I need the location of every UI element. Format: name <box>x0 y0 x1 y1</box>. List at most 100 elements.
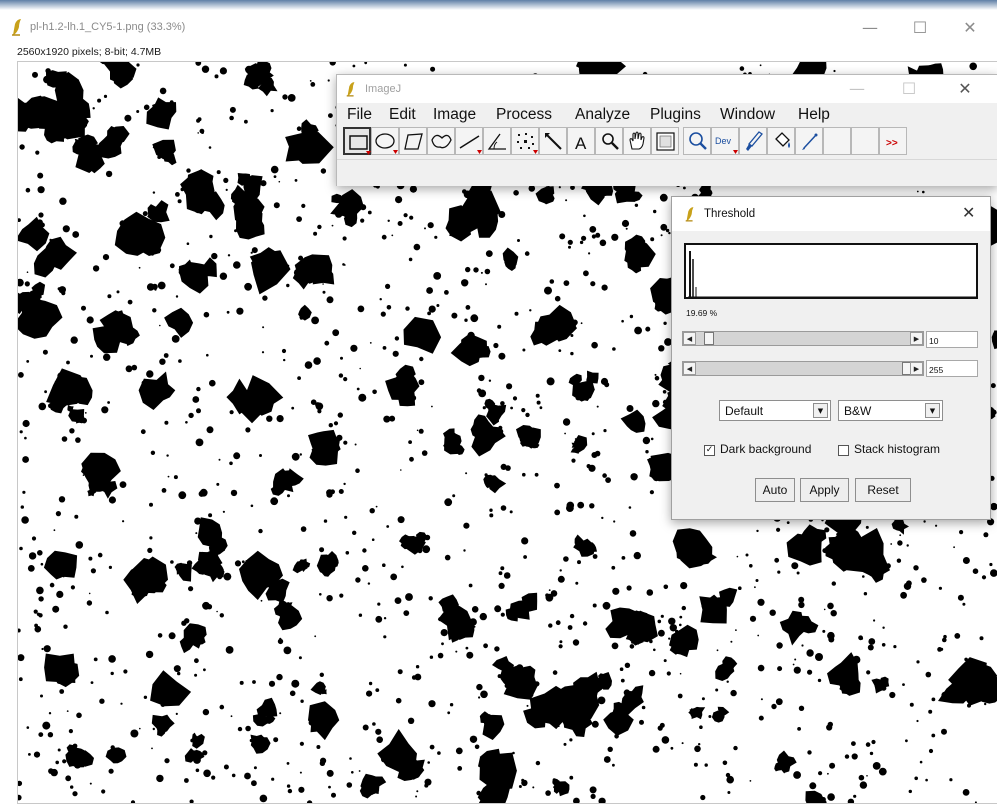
slider-right-arrow-icon[interactable]: ▶ <box>910 332 923 345</box>
menu-edit[interactable]: Edit <box>389 106 416 124</box>
speck <box>512 751 515 755</box>
speck <box>167 475 170 478</box>
color-picker-tool-button[interactable] <box>651 127 679 155</box>
threshold-titlebar[interactable]: Threshold ✕ <box>672 197 990 231</box>
speck <box>419 325 423 329</box>
menu-image[interactable]: Image <box>433 106 476 124</box>
image-window-titlebar[interactable]: pl-h1.2-lh.1_CY5-1.png (33.3%) — ☐ ✕ <box>0 10 997 44</box>
lower-threshold-field[interactable] <box>926 331 978 348</box>
speck <box>638 633 642 637</box>
maximize-button[interactable]: ☐ <box>900 16 940 40</box>
speck <box>646 589 654 596</box>
speck <box>18 677 23 682</box>
minimize-button[interactable]: — <box>850 16 890 40</box>
more-tools-button[interactable]: >> <box>879 127 907 155</box>
wand-tool-button[interactable] <box>539 127 567 155</box>
slider-right-arrow-icon[interactable]: ▶ <box>910 362 923 375</box>
menu-process[interactable]: Process <box>496 106 552 124</box>
chevron-down-icon[interactable]: ▼ <box>925 403 940 418</box>
speck <box>148 579 153 584</box>
speck <box>447 711 451 715</box>
speck <box>259 454 262 457</box>
apply-button[interactable]: Apply <box>800 478 849 502</box>
speck <box>39 222 45 228</box>
magnifier-tool-button[interactable] <box>595 127 623 155</box>
speck <box>218 458 221 461</box>
speck <box>488 379 492 382</box>
speck <box>171 335 180 343</box>
reset-button[interactable]: Reset <box>855 478 911 502</box>
speck <box>462 212 466 215</box>
brush-tool-button[interactable] <box>739 127 767 155</box>
empty-tool-slot[interactable] <box>823 127 851 155</box>
slider-left-arrow-icon[interactable]: ◀ <box>683 332 696 345</box>
speck <box>810 793 814 797</box>
speck <box>149 536 153 540</box>
speck <box>375 688 380 692</box>
upper-threshold-slider[interactable]: ◀ ▶ <box>682 361 924 376</box>
developer-menu-button[interactable]: Dev <box>711 127 739 155</box>
stack-histogram-checkbox[interactable] <box>838 445 849 456</box>
rectangle-tool-button[interactable] <box>343 127 371 155</box>
speck <box>382 346 387 350</box>
close-button[interactable]: ✕ <box>950 16 990 40</box>
speck <box>74 761 81 769</box>
speck <box>460 222 465 227</box>
method-select[interactable]: Default ▼ <box>719 400 831 421</box>
speck <box>177 199 182 204</box>
particle <box>265 578 290 603</box>
imagej-close-button[interactable]: ✕ <box>945 77 985 101</box>
speck <box>311 316 319 325</box>
speck <box>26 271 29 273</box>
speck <box>62 225 70 233</box>
polygon-tool-button[interactable] <box>399 127 427 155</box>
particle <box>67 405 74 412</box>
speck <box>369 342 372 344</box>
chevron-down-icon[interactable]: ▼ <box>813 403 828 418</box>
pencil-tool-button[interactable] <box>795 127 823 155</box>
speck <box>625 227 628 230</box>
auto-button[interactable]: Auto <box>755 478 795 502</box>
flood-fill-tool-button[interactable] <box>767 127 795 155</box>
slider-left-arrow-icon[interactable]: ◀ <box>683 362 696 375</box>
speck <box>216 610 218 613</box>
upper-threshold-field[interactable] <box>926 360 978 377</box>
speck <box>205 558 208 561</box>
dark-background-checkbox[interactable]: ✓ <box>704 445 715 456</box>
speck <box>201 65 210 73</box>
zoom-tool-button[interactable] <box>683 127 711 155</box>
speck <box>164 722 170 728</box>
imagej-titlebar[interactable]: ImageJ — ☐ ✕ <box>337 75 997 103</box>
hand-tool-button[interactable] <box>623 127 651 155</box>
speck <box>21 516 29 524</box>
lower-threshold-slider[interactable]: ◀ ▶ <box>682 331 924 346</box>
imagej-maximize-button[interactable]: ☐ <box>889 77 929 101</box>
threshold-close-button[interactable]: ✕ <box>962 203 975 222</box>
line-tool-button[interactable] <box>455 127 483 155</box>
point-tool-button[interactable] <box>511 127 539 155</box>
speck <box>438 617 443 622</box>
speck <box>216 170 221 175</box>
menu-window[interactable]: Window <box>720 106 775 124</box>
speck <box>654 375 660 381</box>
mode-select[interactable]: B&W ▼ <box>838 400 943 421</box>
menu-analyze[interactable]: Analyze <box>575 106 630 124</box>
speck <box>18 794 22 801</box>
speck <box>63 557 70 564</box>
speck <box>451 312 458 319</box>
angle-tool-button[interactable] <box>483 127 511 155</box>
text-tool-button[interactable]: A <box>567 127 595 155</box>
menu-help[interactable]: Help <box>798 106 830 124</box>
slider-thumb[interactable] <box>704 332 715 345</box>
oval-tool-button[interactable] <box>371 127 399 155</box>
speck <box>86 316 94 324</box>
menu-plugins[interactable]: Plugins <box>650 106 701 124</box>
imagej-minimize-button[interactable]: — <box>837 77 877 101</box>
speck <box>313 231 318 236</box>
menu-file[interactable]: File <box>347 106 372 124</box>
speck <box>614 734 619 739</box>
freehand-tool-button[interactable] <box>427 127 455 155</box>
speck <box>37 172 44 179</box>
speck <box>332 329 340 337</box>
empty-tool-slot[interactable] <box>851 127 879 155</box>
